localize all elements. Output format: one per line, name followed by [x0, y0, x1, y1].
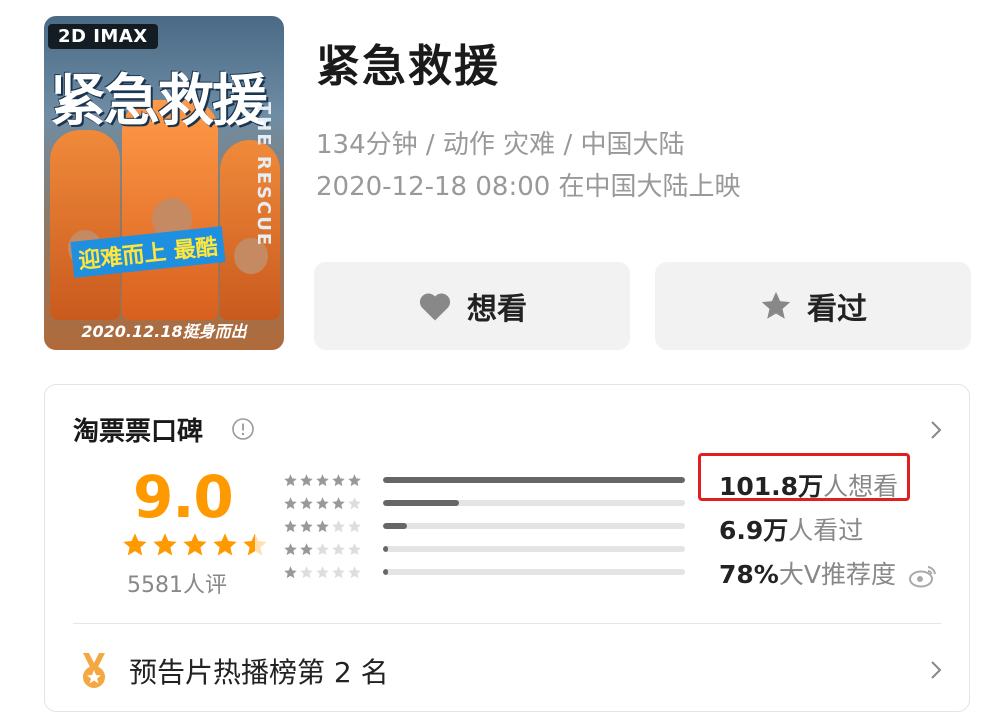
distribution-row-5-star — [283, 473, 685, 487]
movie-title: 紧急救援 — [316, 41, 500, 92]
distribution-row-4-star — [283, 496, 685, 510]
distribution-row-3-star — [283, 519, 685, 533]
star-icon — [332, 543, 345, 556]
poster-figure-left — [50, 130, 120, 320]
distribution-stars — [283, 542, 369, 556]
poster-release-line: 2020.12.18挺身而出 — [81, 322, 247, 341]
star-icon — [348, 497, 361, 510]
star-icon — [316, 497, 329, 510]
format-badge: 2D IMAX — [48, 24, 158, 49]
star-icon — [316, 543, 329, 556]
star-icon — [316, 520, 329, 533]
star-icon — [348, 543, 361, 556]
chevron-right-icon[interactable] — [929, 659, 943, 681]
movie-poster[interactable]: 紧急救援 THE RESCUE 迎难而上 最酷 2020.12.18挺身而出 2… — [44, 16, 284, 350]
distribution-row-2-star — [283, 542, 685, 556]
star-icon — [123, 533, 147, 556]
distribution-row-1-star — [283, 565, 685, 579]
star-icon — [284, 497, 297, 510]
chevron-right-icon[interactable] — [929, 419, 943, 441]
star-icon — [300, 543, 313, 556]
want-to-watch-label: 想看 — [467, 292, 527, 327]
star-icon — [300, 474, 313, 487]
poster-title: 紧急救援 — [50, 69, 268, 134]
movie-release-date: 2020-12-18 08:00 在中国大陆上映 — [316, 172, 741, 202]
rating-count: 5581人评 — [127, 573, 227, 598]
distribution-stars — [283, 565, 369, 579]
star-icon — [761, 291, 791, 319]
star-icon — [284, 474, 297, 487]
distribution-bar — [383, 477, 685, 483]
rating-card: 淘票票口碑 9.0 5581人评 101.8万人想看 6.9万人看过 78%大V… — [44, 384, 970, 712]
movie-meta: 134分钟 / 动作 灾难 / 中国大陆 — [316, 130, 685, 160]
star-icon — [348, 474, 361, 487]
star-icon — [332, 497, 345, 510]
distribution-bar-fill — [383, 500, 459, 506]
star-icon — [284, 543, 297, 556]
star-icon — [243, 533, 267, 556]
info-circle-icon[interactable] — [231, 417, 255, 441]
distribution-bar-fill — [383, 477, 685, 483]
star-icon — [213, 533, 237, 556]
star-icon — [332, 520, 345, 533]
distribution-bar-fill — [383, 546, 388, 552]
poster-figures — [44, 100, 284, 350]
star-icon — [316, 566, 329, 579]
distribution-bar — [383, 500, 685, 506]
distribution-stars — [283, 519, 369, 533]
heart-icon — [419, 293, 451, 321]
influencer-recommendation: 78%大V推荐度 — [719, 555, 938, 591]
medal-icon — [83, 653, 105, 688]
star-icon — [348, 520, 361, 533]
rating-stars — [121, 531, 271, 563]
distribution-stars — [283, 496, 369, 510]
distribution-bar-fill — [383, 523, 408, 529]
star-icon — [300, 520, 313, 533]
want-to-watch-count: 101.8万人想看 — [719, 472, 899, 501]
distribution-bar — [383, 523, 685, 529]
star-icon — [300, 497, 313, 510]
distribution-stars — [283, 473, 369, 487]
poster-english-title: THE RESCUE — [253, 102, 274, 248]
star-icon — [284, 520, 297, 533]
star-icon — [348, 566, 361, 579]
star-icon — [284, 566, 297, 579]
star-icon — [300, 566, 313, 579]
watched-button[interactable]: 看过 — [655, 262, 971, 350]
trailer-ranking[interactable]: 预告片热播榜第 2 名 — [129, 651, 389, 691]
distribution-bar-fill — [383, 569, 388, 575]
distribution-bar — [383, 546, 685, 552]
star-icon — [183, 533, 207, 556]
weibo-icon — [908, 566, 936, 588]
want-to-watch-button[interactable]: 想看 — [314, 262, 630, 350]
star-icon — [332, 474, 345, 487]
watched-label: 看过 — [807, 292, 867, 327]
star-icon — [153, 533, 177, 556]
watched-count: 6.9万人看过 — [719, 516, 864, 545]
distribution-bar — [383, 569, 685, 575]
rating-score: 9.0 — [133, 463, 234, 531]
star-icon — [332, 566, 345, 579]
rating-section-title: 淘票票口碑 — [73, 417, 204, 447]
divider — [73, 623, 941, 624]
star-icon — [316, 474, 329, 487]
